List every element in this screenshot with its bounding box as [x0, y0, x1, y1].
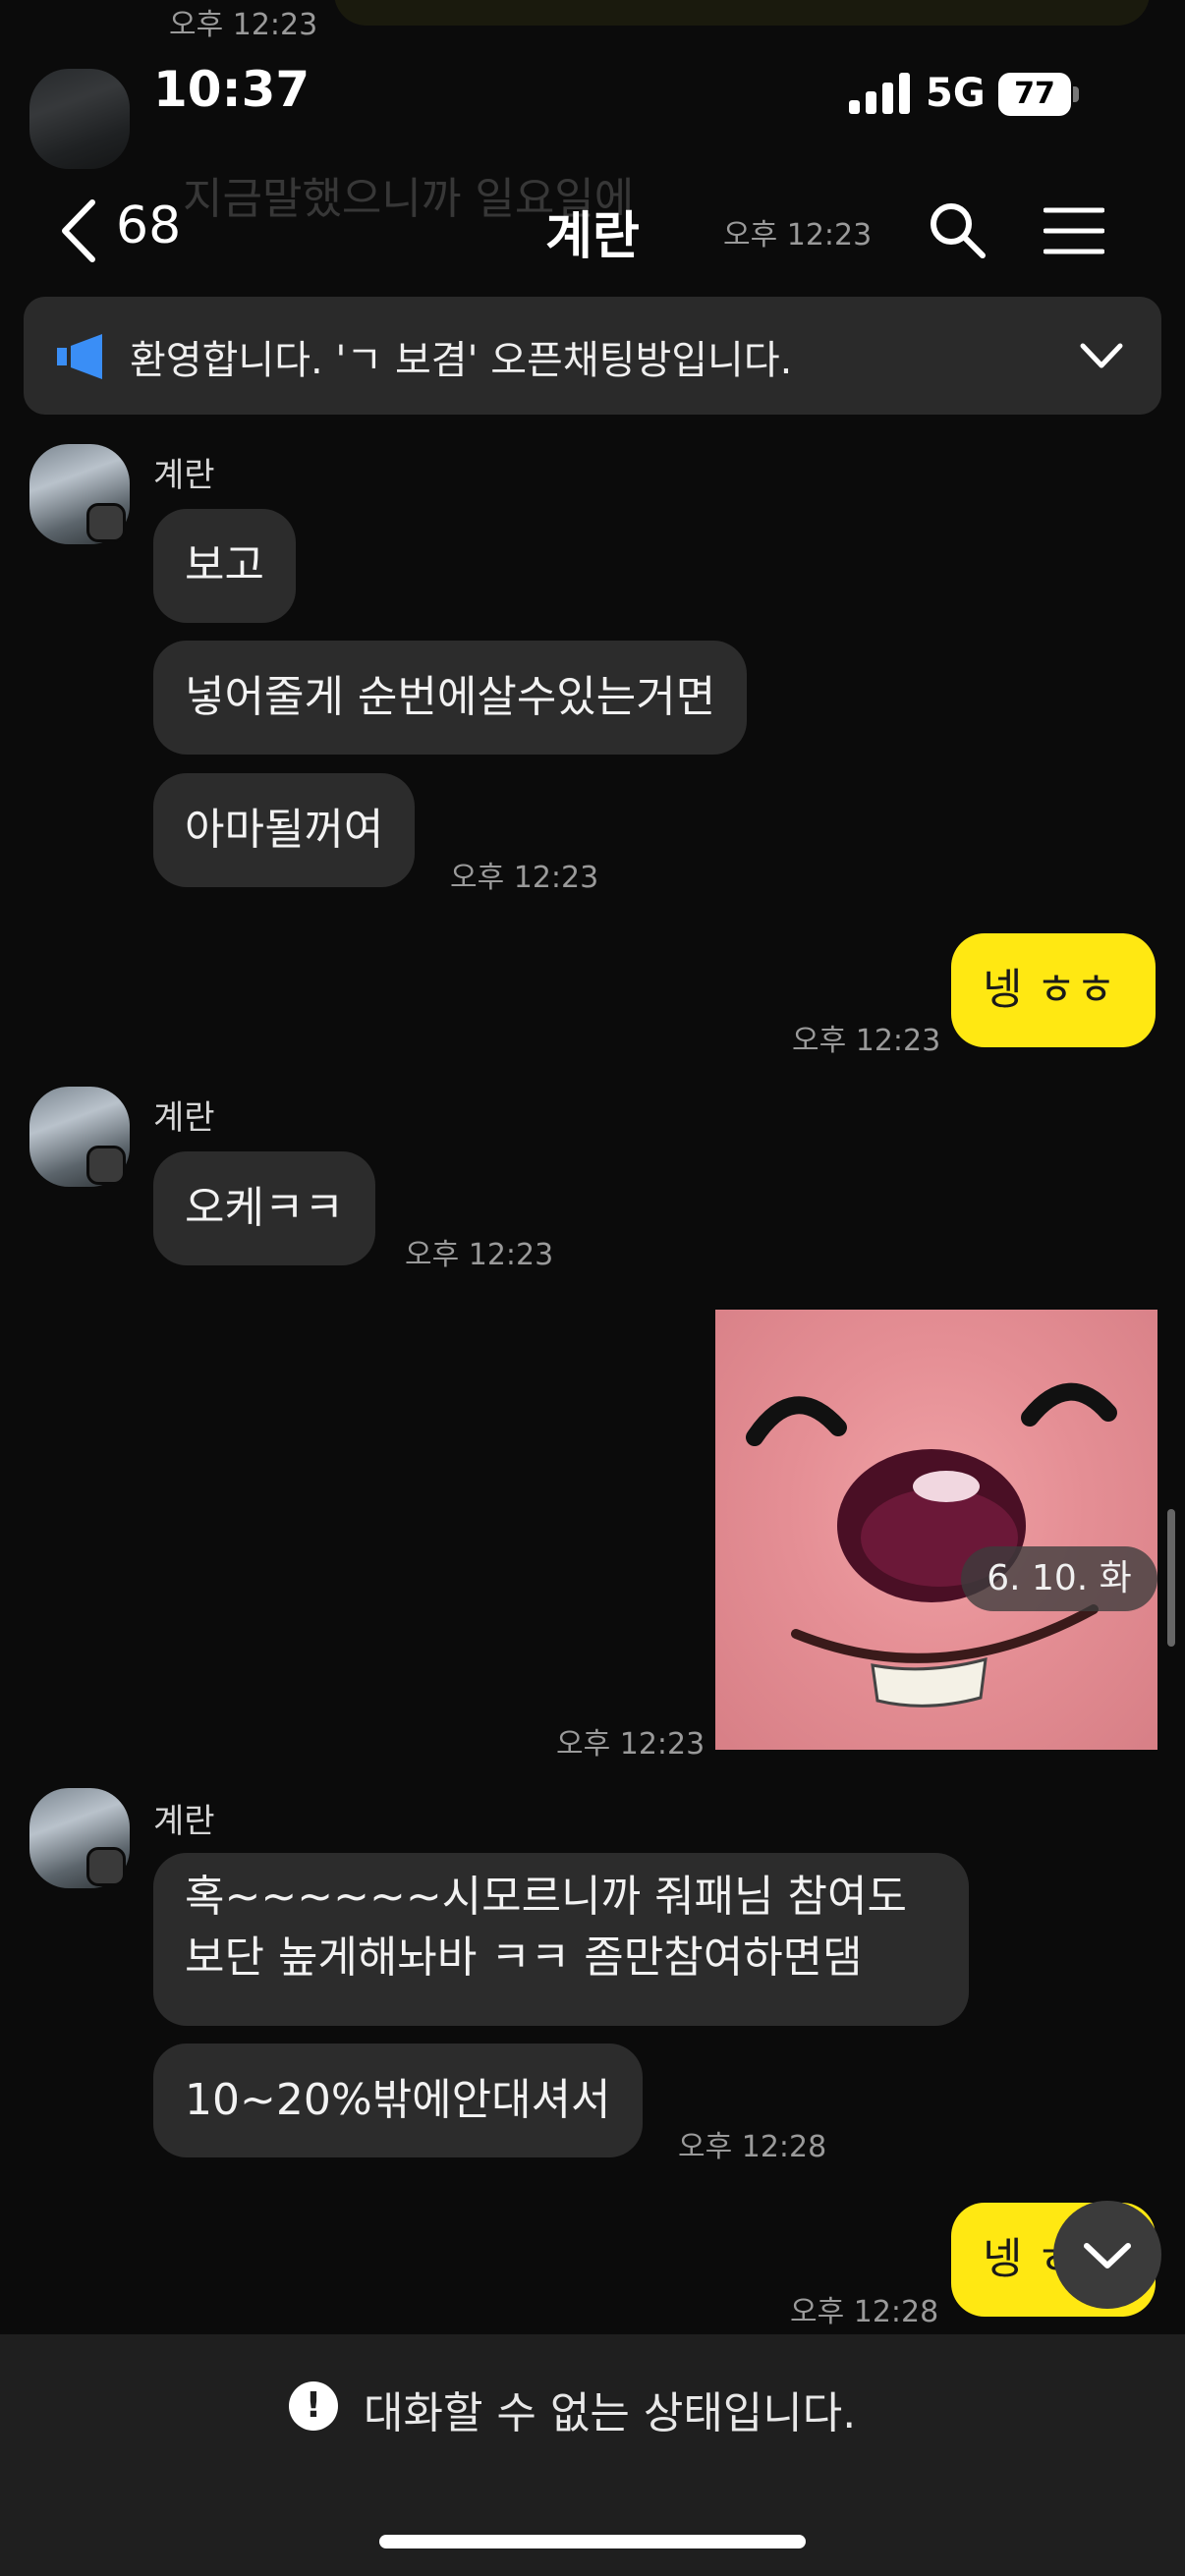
chat-title: 계란	[545, 207, 640, 266]
sender-name: 계란	[153, 1098, 215, 1138]
pink-face-sticker-image	[746, 1382, 1117, 1708]
home-indicator[interactable]	[379, 2535, 806, 2548]
battery-icon: 77	[998, 73, 1071, 116]
message-timestamp: 오후 12:28	[678, 2130, 827, 2164]
scroll-to-bottom-button[interactable]	[1053, 2201, 1161, 2309]
date-indicator: 6. 10. 화	[961, 1546, 1157, 1611]
avatar-badge-icon	[86, 503, 126, 542]
image-message[interactable]	[715, 1310, 1157, 1750]
message-timestamp: 오후 12:23	[792, 1024, 941, 1058]
battery-cap	[1073, 86, 1079, 102]
search-icon[interactable]	[928, 200, 987, 259]
disabled-status-text: 대화할 수 없는 상태입니다.	[364, 2388, 857, 2438]
megaphone-icon	[57, 334, 102, 379]
message-timestamp: 오후 12:23	[556, 1727, 705, 1762]
ghost-timestamp: 오후 12:23	[169, 8, 318, 42]
warning-icon: !	[289, 2381, 338, 2431]
status-time: 10:37	[153, 61, 310, 118]
message-bubble[interactable]: 넣어줄게 순번에살수있는거면	[153, 641, 748, 755]
avatar-badge-icon	[86, 1146, 126, 1185]
message-bubble[interactable]: 보고	[153, 509, 296, 623]
signal-icon	[849, 73, 910, 114]
chevron-down-icon	[1084, 2243, 1131, 2268]
chevron-down-icon[interactable]	[1079, 336, 1124, 375]
message-bubble[interactable]: 아마될꺼여	[153, 773, 416, 887]
ghost-bubble-top	[334, 0, 1150, 26]
my-message-bubble[interactable]: 넹 ㅎㅎ	[951, 933, 1156, 1047]
notice-text: 환영합니다. 'ㄱ 보겸' 오픈채팅방입니다.	[130, 338, 793, 383]
message-bubble[interactable]: 혹~~~~~~시모르니까 줘패님 참여도보단 높게해놔바 ㅋㅋ 좀만참여하면댐	[153, 1853, 969, 2026]
message-timestamp: 오후 12:23	[450, 861, 599, 895]
message-bubble[interactable]: 10~20%밖에안대셔서	[153, 2044, 643, 2157]
message-bubble[interactable]: 오케ㅋㅋ	[153, 1151, 375, 1265]
network-type: 5G	[926, 71, 986, 116]
message-timestamp: 오후 12:28	[790, 2295, 939, 2329]
menu-icon[interactable]	[1044, 206, 1104, 255]
avatar-badge-icon	[86, 1847, 126, 1886]
sender-name: 계란	[153, 1802, 215, 1841]
message-timestamp: 오후 12:23	[405, 1238, 554, 1272]
ghost-avatar	[29, 69, 130, 169]
scrollbar[interactable]	[1167, 1509, 1175, 1647]
sender-name: 계란	[153, 456, 215, 495]
